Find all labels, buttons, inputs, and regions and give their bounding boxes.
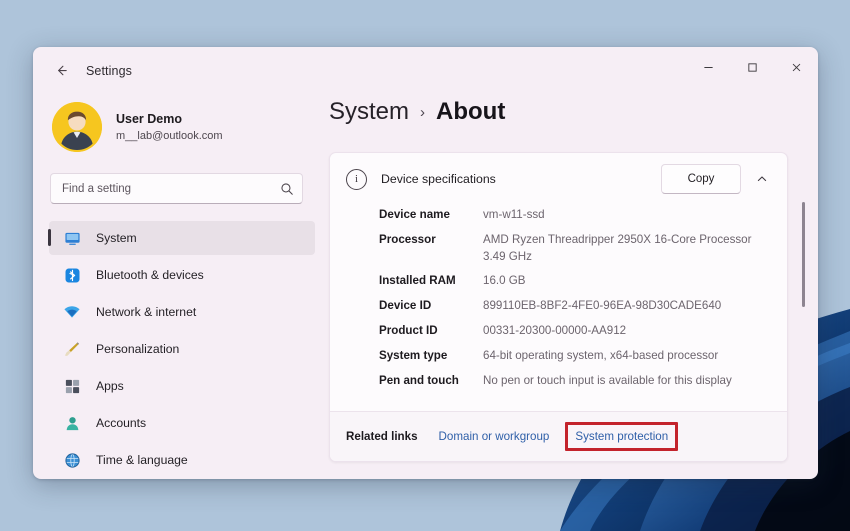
device-specifications-title: Device specifications <box>381 172 496 186</box>
breadcrumb-root[interactable]: System <box>329 98 409 126</box>
minimize-button[interactable] <box>686 47 730 87</box>
window-controls <box>686 47 818 87</box>
related-links-section: Related links Domain or workgroup System… <box>330 411 787 462</box>
sidebar-item-label: System <box>96 231 137 245</box>
titlebar-label: Settings <box>86 63 132 78</box>
account-text: User Demo m__lab@outlook.com <box>116 111 223 143</box>
spec-value: 16.0 GB <box>483 274 526 288</box>
spec-label: Processor <box>379 232 436 246</box>
content-scrollbar[interactable] <box>799 102 809 462</box>
sidebar-item-label: Accounts <box>96 416 147 430</box>
account-name: User Demo <box>116 111 182 126</box>
breadcrumb: System › About <box>329 98 818 152</box>
search-icon <box>272 182 302 196</box>
spec-value: AMD Ryzen Threadripper 2950X 16-Core Pro… <box>483 232 752 263</box>
person-icon <box>61 415 83 432</box>
account-email: m__lab@outlook.com <box>116 129 223 142</box>
copy-button[interactable]: Copy <box>661 164 741 194</box>
wifi-icon <box>61 303 83 321</box>
table-row: Product ID 00331-20300-00000-AA912 <box>379 323 771 340</box>
device-specifications-table: Device name vm-w11-ssd Processor AMD Ryz… <box>330 205 787 411</box>
sidebar-item-accounts[interactable]: Accounts <box>49 406 315 440</box>
close-button[interactable] <box>774 47 818 87</box>
sidebar: User Demo m__lab@outlook.com Find a sett… <box>33 94 321 479</box>
table-row: System type 64-bit operating system, x64… <box>379 348 771 365</box>
sidebar-item-personalization[interactable]: Personalization <box>49 332 315 366</box>
spec-value: vm-w11-ssd <box>483 208 545 221</box>
desktop: Settings User Demo m__lab@outlook.com Fi… <box>0 0 850 531</box>
account-card[interactable]: User Demo m__lab@outlook.com <box>47 94 321 160</box>
sidebar-item-label: Network & internet <box>96 305 197 319</box>
chevron-up-icon[interactable] <box>748 165 776 193</box>
sidebar-nav: System Bluetooth & devices Network & int… <box>47 221 321 477</box>
bluetooth-icon <box>61 267 83 284</box>
sidebar-item-network-internet[interactable]: Network & internet <box>49 295 315 329</box>
spec-label: Installed RAM <box>379 274 456 288</box>
related-links-label: Related links <box>346 430 418 444</box>
sidebar-item-label: Time & language <box>96 453 188 467</box>
table-row: Device ID 899110EB-8BF2-4FE0-96EA-98D30C… <box>379 298 771 315</box>
device-specifications-header[interactable]: i Device specifications Copy <box>330 153 787 205</box>
table-row: Device name vm-w11-ssd <box>379 207 771 224</box>
table-row: Installed RAM 16.0 GB <box>379 273 771 290</box>
window-body: User Demo m__lab@outlook.com Find a sett… <box>33 94 818 479</box>
sidebar-item-system[interactable]: System <box>48 221 315 255</box>
sidebar-item-label: Personalization <box>96 342 180 356</box>
content-pane: System › About i Device specifications C… <box>321 94 818 479</box>
link-domain-or-workgroup[interactable]: Domain or workgroup <box>439 430 550 443</box>
spec-value: 00331-20300-00000-AA912 <box>483 323 627 337</box>
spec-value: No pen or touch input is available for t… <box>483 373 732 387</box>
titlebar: Settings <box>33 47 818 94</box>
sidebar-item-time-language[interactable]: Time & language <box>49 443 315 477</box>
settings-window: Settings User Demo m__lab@outlook.com Fi… <box>33 47 818 479</box>
spec-value: 64-bit operating system, x64-based proce… <box>483 348 719 362</box>
maximize-button[interactable] <box>730 47 774 87</box>
sidebar-item-label: Apps <box>96 379 124 393</box>
search-input[interactable] <box>51 174 272 203</box>
spec-label: Product ID <box>379 323 438 337</box>
info-circle-icon: i <box>346 168 367 190</box>
table-row: Pen and touch No pen or touch input is a… <box>379 373 771 390</box>
link-system-protection[interactable]: System protection <box>575 430 668 443</box>
globe-clock-icon <box>61 452 83 469</box>
paintbrush-icon <box>61 340 83 358</box>
spec-label: System type <box>379 348 448 362</box>
apps-icon <box>61 378 83 395</box>
table-row: Processor AMD Ryzen Threadripper 2950X 1… <box>379 232 771 266</box>
back-button[interactable] <box>46 56 76 86</box>
sidebar-item-bluetooth-devices[interactable]: Bluetooth & devices <box>49 258 315 292</box>
spec-label: Device name <box>379 208 450 221</box>
monitor-icon <box>61 230 83 247</box>
page-title: About <box>436 98 506 125</box>
spec-label: Pen and touch <box>379 373 459 387</box>
sidebar-item-label: Bluetooth & devices <box>96 268 204 282</box>
search-box[interactable] <box>50 173 303 204</box>
user-avatar-icon <box>52 102 102 152</box>
scrollbar-thumb[interactable] <box>802 202 805 307</box>
highlight-annotation-box: System protection <box>565 422 679 452</box>
spec-label: Device ID <box>379 299 432 313</box>
sidebar-item-apps[interactable]: Apps <box>49 369 315 403</box>
spec-value: 899110EB-8BF2-4FE0-96EA-98D30CADE640 <box>483 299 722 313</box>
device-specifications-card: i Device specifications Copy Device name <box>329 152 788 463</box>
chevron-right-icon: › <box>420 104 426 121</box>
